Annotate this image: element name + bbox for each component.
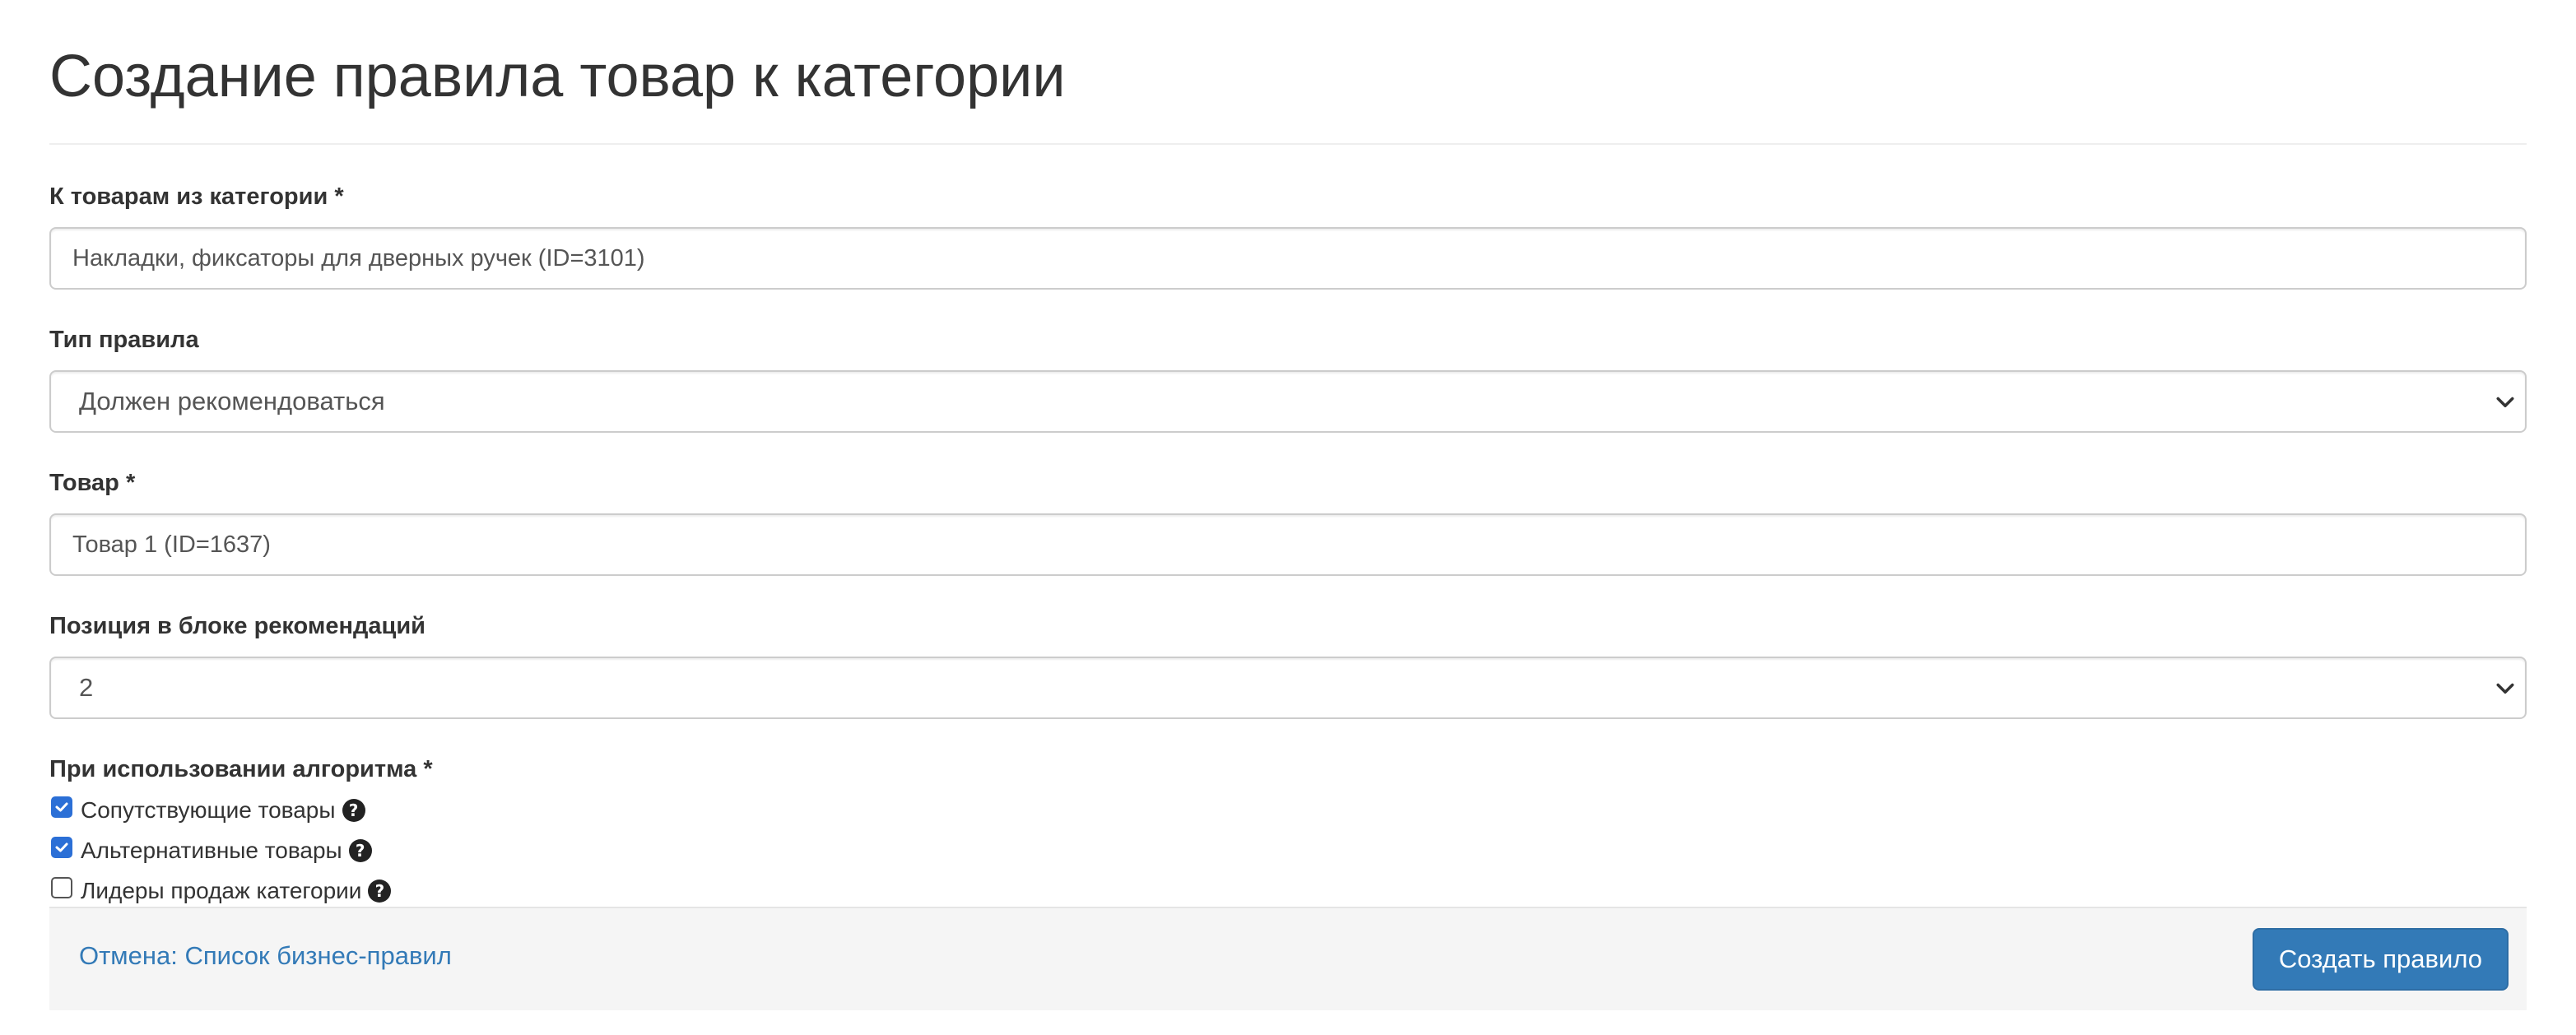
algorithm-label: При использовании алгоритма * [49, 756, 433, 782]
category-input[interactable] [49, 227, 2527, 290]
position-field-group: Позиция в блоке рекомендаций 2 [49, 610, 2527, 719]
category-label: К товарам из категории * [49, 183, 344, 210]
rule-form: К товарам из категории * Тип правила Дол… [49, 181, 2527, 911]
alternative-products-label: Альтернативные товары [81, 837, 342, 863]
rule-type-select[interactable]: Должен рекомендоваться [49, 370, 2527, 433]
rule-type-field-group: Тип правила Должен рекомендоваться [49, 324, 2527, 433]
question-circle-icon[interactable]: ? [348, 838, 372, 862]
algorithm-checkbox-list: Сопутствующие товары ? Альтернативные то… [49, 790, 2527, 911]
form-footer: Отмена: Список бизнес-правил Создать пра… [49, 907, 2527, 1010]
product-input[interactable] [49, 513, 2527, 576]
position-label: Позиция в блоке рекомендаций [49, 613, 426, 639]
algorithm-option-alternative: Альтернативные товары ? [49, 830, 2527, 870]
algorithm-option-related: Сопутствующие товары ? [49, 790, 2527, 830]
rule-type-label: Тип правила [49, 327, 199, 353]
cancel-link[interactable]: Отмена: Список бизнес-правил [79, 940, 452, 972]
related-products-checkbox[interactable] [51, 796, 72, 818]
page-title: Создание правила товар к категории [49, 44, 1066, 109]
question-circle-icon[interactable]: ? [368, 879, 392, 903]
check-icon [55, 842, 68, 852]
rule-type-selected-value: Должен рекомендоваться [79, 387, 385, 415]
product-field-group: Товар * [49, 467, 2527, 576]
page-header: Создание правила товар к категории [49, 0, 2527, 145]
algorithm-option-bestsellers: Лидеры продаж категории ? [49, 870, 2527, 911]
chevron-down-icon [2496, 397, 2514, 407]
check-icon [55, 802, 68, 811]
position-select[interactable]: 2 [49, 657, 2527, 719]
position-selected-value: 2 [79, 673, 94, 702]
category-bestsellers-checkbox[interactable] [51, 876, 72, 898]
alternative-products-checkbox[interactable] [51, 836, 72, 858]
algorithm-field-group: При использовании алгоритма * Сопутствую… [49, 754, 2527, 911]
question-circle-icon[interactable]: ? [342, 798, 365, 822]
category-field-group: К товарам из категории * [49, 181, 2527, 290]
related-products-label: Сопутствующие товары [81, 796, 336, 823]
product-label: Товар * [49, 470, 136, 496]
category-bestsellers-label: Лидеры продаж категории [81, 877, 362, 903]
page: Создание правила товар к категории К тов… [0, 0, 2576, 1035]
chevron-down-icon [2496, 683, 2514, 694]
create-rule-button[interactable]: Создать правило [2252, 928, 2509, 991]
